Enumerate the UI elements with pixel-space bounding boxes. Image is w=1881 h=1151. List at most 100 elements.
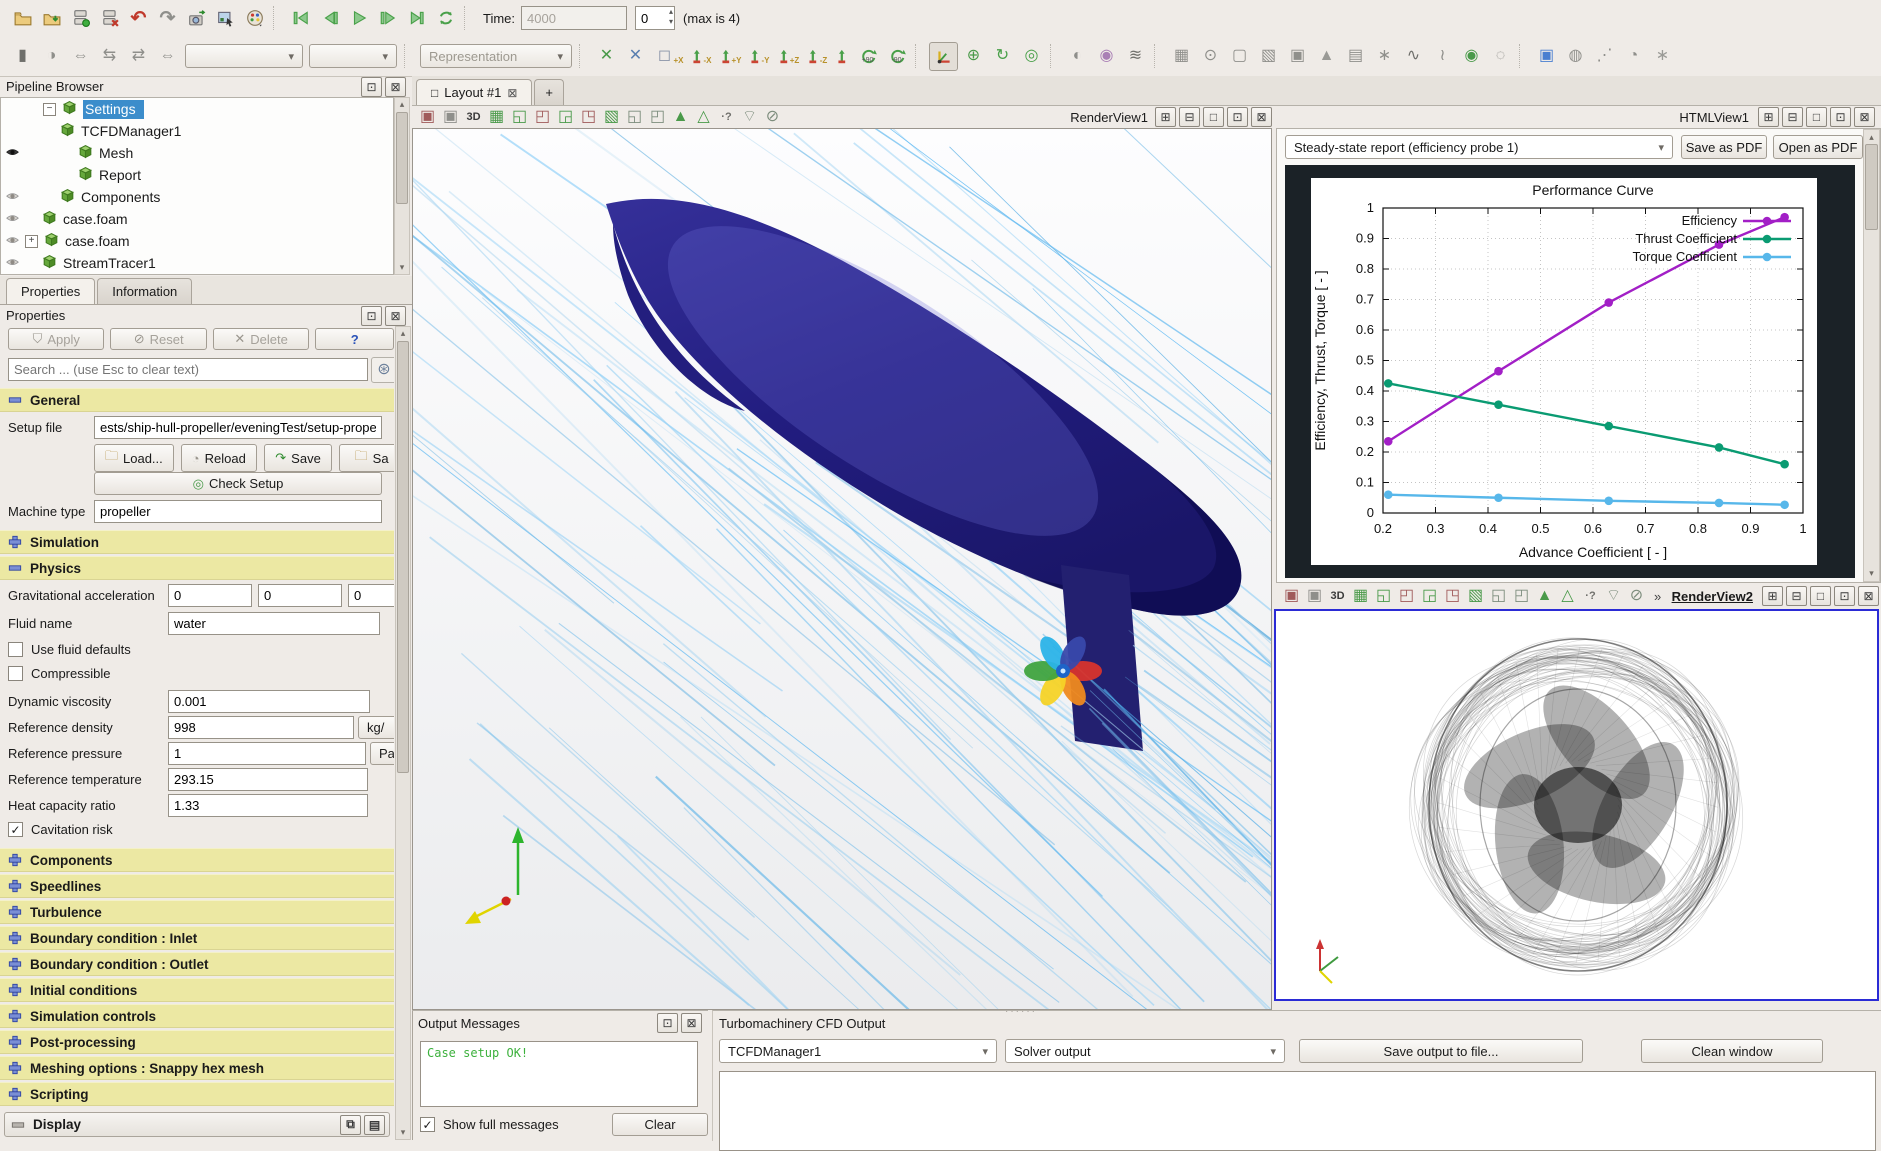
clear-selection-icon[interactable]: ⊘: [762, 108, 783, 126]
check-setup-button[interactable]: ◎Check Setup: [94, 472, 382, 495]
component-select[interactable]: ▾: [309, 44, 397, 68]
selection-help-icon[interactable]: ·?: [1580, 587, 1601, 605]
next-frame-icon[interactable]: [374, 5, 401, 32]
pressure-unit-select[interactable]: Pa: [370, 742, 394, 765]
pipeline-item-report[interactable]: Report: [1, 164, 393, 186]
connect-server-icon[interactable]: [67, 5, 94, 32]
frame-stepper[interactable]: ▴▾: [669, 7, 673, 27]
select-cells-on-icon[interactable]: ◱: [509, 108, 530, 126]
visibility-eye-icon[interactable]: [1, 256, 23, 270]
save-output-button[interactable]: Save output to file...: [1299, 1039, 1583, 1063]
cfd-output-log[interactable]: [719, 1071, 1876, 1151]
section-turbulence[interactable]: Turbulence: [0, 900, 394, 924]
setup-file-input[interactable]: [94, 416, 382, 439]
rotate-90-cw-icon[interactable]: +90: [854, 43, 881, 70]
disconnect-server-icon[interactable]: [96, 5, 123, 32]
camera-link-icon[interactable]: ▣: [1304, 587, 1325, 605]
pipeline-item-streamtracer1[interactable]: StreamTracer1: [1, 252, 393, 274]
last-frame-icon[interactable]: [403, 5, 430, 32]
rescale-visible-icon[interactable]: ⇔: [154, 43, 181, 70]
layout-tab[interactable]: □ Layout #1 ⊠: [416, 79, 532, 105]
visibility-eye-icon[interactable]: [1, 212, 23, 226]
reset-center-icon[interactable]: ↻: [989, 43, 1016, 70]
select-points-on-icon[interactable]: ◰: [532, 108, 553, 126]
show-full-messages-checkbox[interactable]: ✓: [420, 1117, 435, 1132]
properties-scrollbar[interactable]: ▴ ▾: [395, 326, 411, 1140]
toggle-color-legend-icon[interactable]: ▮: [9, 43, 36, 70]
section-initial-conditions[interactable]: Initial conditions: [0, 978, 394, 1002]
toggle-3d-icon[interactable]: 3D: [463, 108, 484, 126]
machine-type-input[interactable]: [94, 500, 382, 523]
split-vertical-icon[interactable]: ⊟: [1782, 107, 1803, 127]
split-vertical-icon[interactable]: ⊟: [1179, 107, 1200, 127]
split-horizontal-icon[interactable]: ⊞: [1758, 107, 1779, 127]
visibility-eye-icon[interactable]: [1, 146, 23, 160]
select-cells-on-icon[interactable]: ◱: [1373, 587, 1394, 605]
previous-frame-icon[interactable]: [316, 5, 343, 32]
cfd-manager-select[interactable]: TCFDManager1▾: [719, 1039, 997, 1063]
pipeline-item-tcfdmanager1[interactable]: TCFDManager1: [1, 120, 393, 142]
grow-selection-icon[interactable]: ⌔: [1603, 587, 1624, 605]
interactive-select-cells-icon[interactable]: ◱: [1488, 587, 1509, 605]
float-view-icon[interactable]: ⊡: [1227, 107, 1248, 127]
paste-display-icon[interactable]: ▤: [364, 1115, 385, 1135]
interactive-select-cells-icon[interactable]: ◱: [624, 108, 645, 126]
section-speedlines[interactable]: Speedlines: [0, 874, 394, 898]
select-points-on-icon[interactable]: ◰: [1396, 587, 1417, 605]
toggle-3d-icon[interactable]: 3D: [1327, 587, 1348, 605]
ripple-filter-icon[interactable]: ≋: [1122, 43, 1149, 70]
report-select[interactable]: Steady-state report (efficiency probe 1)…: [1285, 135, 1673, 159]
pipeline-item-mesh[interactable]: Mesh: [1, 142, 393, 164]
show-center-axes-icon[interactable]: ⊕: [960, 43, 987, 70]
toolbar-overflow-chevron[interactable]: »: [1654, 589, 1661, 604]
select-block-icon[interactable]: ▧: [1465, 587, 1486, 605]
output-messages-log[interactable]: Case setup OK!: [420, 1041, 698, 1107]
gravity-y-input[interactable]: [258, 584, 342, 607]
renderview2-viewport[interactable]: [1274, 609, 1879, 1001]
section-physics[interactable]: Physics: [0, 556, 394, 580]
tab-properties[interactable]: Properties: [6, 278, 95, 304]
frame-widget-icon[interactable]: ▣: [1284, 43, 1311, 70]
loop-icon[interactable]: [432, 5, 459, 32]
density-input[interactable]: [168, 716, 354, 739]
use-fluid-defaults-checkbox[interactable]: [8, 642, 23, 657]
clear-selection-icon[interactable]: ⊘: [1626, 587, 1647, 605]
save-as-button[interactable]: 🗀Sa: [339, 444, 394, 472]
interactive-select-points-icon[interactable]: ◰: [1511, 587, 1532, 605]
compressible-checkbox[interactable]: [8, 666, 23, 681]
disc-source-icon[interactable]: ⊙: [1197, 43, 1224, 70]
load-button[interactable]: 🗀Load...: [94, 444, 174, 472]
tab-information[interactable]: Information: [97, 278, 192, 304]
visibility-eye-icon[interactable]: [1, 234, 23, 248]
cavitation-risk-checkbox[interactable]: ✓: [8, 822, 23, 837]
close-panel-icon[interactable]: ⊠: [385, 77, 406, 97]
representation-select[interactable]: Representation▾: [420, 44, 572, 68]
select-block-icon[interactable]: ▧: [601, 108, 622, 126]
copy-display-icon[interactable]: ⧉: [340, 1115, 361, 1135]
set-view-minus-z-icon[interactable]: -Z: [825, 43, 852, 70]
save-camera-icon[interactable]: ▣: [417, 108, 438, 126]
play-icon[interactable]: [345, 5, 372, 32]
temperature-input[interactable]: [168, 768, 368, 791]
capture-screenshot-icon[interactable]: [183, 5, 210, 32]
chart-clock-icon[interactable]: ◔: [1620, 43, 1647, 70]
section-general[interactable]: General: [0, 388, 394, 412]
grow-selection-icon[interactable]: ⌔: [739, 108, 760, 126]
undock-panel-icon[interactable]: ⊡: [657, 1013, 678, 1033]
maximize-view-icon[interactable]: □: [1806, 107, 1827, 127]
delete-button[interactable]: ✕Delete: [213, 328, 309, 350]
renderview1-viewport[interactable]: [412, 128, 1272, 1010]
collapse-section-icon[interactable]: [11, 1118, 25, 1132]
selection-help-icon[interactable]: ·?: [716, 108, 737, 126]
section-simulation-controls[interactable]: Simulation controls: [0, 1004, 394, 1028]
section-post-processing[interactable]: Post-processing: [0, 1030, 394, 1054]
density-unit-select[interactable]: kg/: [358, 716, 394, 739]
pick-center-icon[interactable]: ◎: [1018, 43, 1045, 70]
select-points-through-icon[interactable]: ◳: [1442, 587, 1463, 605]
rotate-widget-icon[interactable]: ◉: [1093, 43, 1120, 70]
preview-screen-icon[interactable]: ▣: [1533, 43, 1560, 70]
viscosity-input[interactable]: [168, 690, 370, 713]
camera-link-icon[interactable]: ▣: [440, 108, 461, 126]
collapse-node-icon[interactable]: −: [43, 103, 56, 116]
heat-capacity-input[interactable]: [168, 794, 368, 817]
